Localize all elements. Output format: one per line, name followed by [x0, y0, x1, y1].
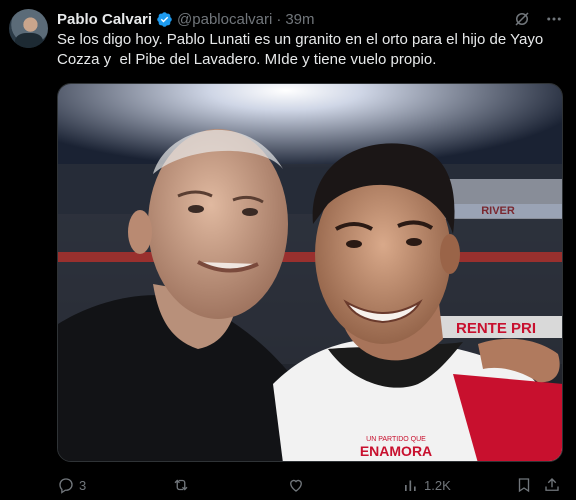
- verified-badge-icon: [157, 11, 172, 27]
- author-name[interactable]: Pablo Calvari: [57, 11, 152, 28]
- reply-icon: [59, 478, 73, 494]
- views-count: 1.2K: [424, 477, 451, 493]
- tweet-header: Pablo Calvari @pablocalvari · 39m: [57, 10, 315, 28]
- avatar[interactable]: [9, 9, 48, 48]
- separator-dot: ·: [276, 10, 282, 28]
- bookmark-icon: [518, 478, 530, 493]
- stadium-sign-text: RIVER: [481, 205, 515, 217]
- stadium-banner-text: RENTE PRI: [456, 320, 536, 337]
- top-actions: [512, 9, 564, 29]
- shirt-text-line1: UN PARTIDO QUE: [366, 436, 426, 443]
- reply-count: 3: [79, 477, 87, 493]
- more-options-icon[interactable]: [544, 9, 564, 29]
- tweet-text: Se los digo hoy. Pablo Lunati es un gran…: [57, 31, 544, 68]
- action-bar: 3 1.2K: [57, 474, 563, 496]
- timestamp[interactable]: 39m: [285, 11, 314, 28]
- heart-icon: [290, 479, 302, 492]
- bookmark-button[interactable]: [515, 474, 533, 496]
- shirt-text-line2: ENAMORA: [360, 443, 432, 459]
- share-button[interactable]: [543, 474, 561, 496]
- tweet[interactable]: Pablo Calvari @pablocalvari · 39m Se los…: [0, 0, 576, 500]
- repost-button[interactable]: [172, 474, 194, 496]
- reply-button[interactable]: 3: [57, 474, 86, 496]
- repost-icon: [174, 479, 188, 491]
- views-chart-icon: [405, 480, 416, 491]
- author-handle[interactable]: @pablocalvari: [177, 11, 272, 28]
- grok-icon[interactable]: [512, 9, 532, 29]
- tweet-photo[interactable]: RENTE PRI RIVER UN PARTIDO QUE ENAMORA: [57, 83, 563, 462]
- views-button[interactable]: 1.2K: [402, 474, 451, 496]
- share-icon: [545, 478, 559, 491]
- like-button[interactable]: [287, 474, 309, 496]
